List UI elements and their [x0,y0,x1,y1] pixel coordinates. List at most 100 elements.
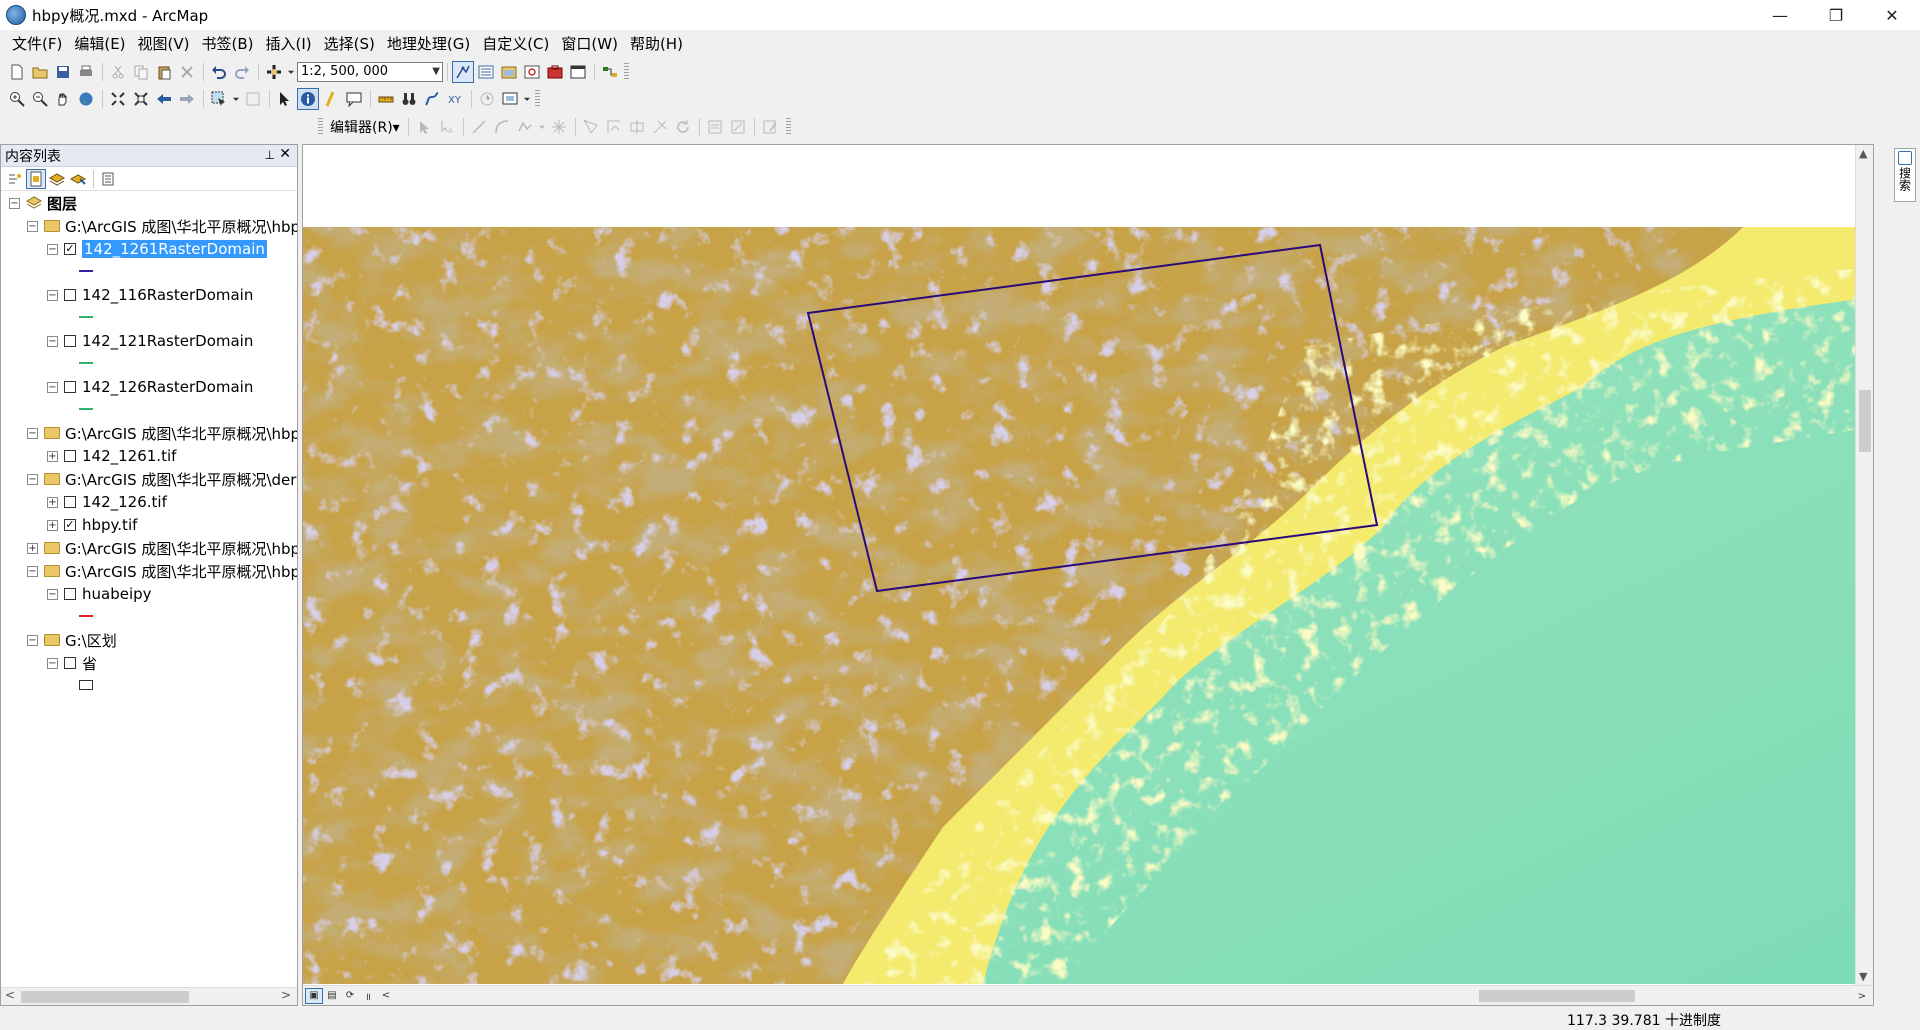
scroll-left-icon[interactable]: < [5,988,15,1002]
tree-item-source-folder[interactable]: − G:\ArcGIS 成图\华北平原概况\hbp [27,216,297,236]
minimize-button[interactable]: — [1752,0,1808,30]
hyperlink-icon[interactable] [320,88,342,110]
zoom-out-icon[interactable] [29,88,51,110]
menu-selection[interactable]: 选择(S) [318,32,381,56]
tree-item-source-folder[interactable]: − G:\区划 [27,630,117,650]
scrollbar-thumb[interactable] [21,991,189,1003]
menu-customize[interactable]: 自定义(C) [476,32,555,56]
collapse-icon[interactable]: − [27,634,38,646]
chevron-down-icon[interactable] [522,88,532,110]
map-horizontal-scrollbar[interactable]: ▣ ▤ ⟳ ॥ < > [303,985,1873,1005]
delete-icon[interactable] [176,61,198,83]
chevron-down-icon[interactable] [231,88,241,110]
full-extent-globe-icon[interactable] [75,88,97,110]
dem-raster-map[interactable] [303,227,1873,984]
forward-extent-icon[interactable] [176,88,198,110]
tree-item-source-folder[interactable]: − G:\ArcGIS 成图\华北平原概况\der [27,469,296,489]
html-popup-icon[interactable] [343,88,365,110]
tree-item-layer[interactable]: + 142_1261.tif [47,446,176,466]
menu-bookmarks[interactable]: 书签(B) [196,32,260,56]
tree-item-layer[interactable]: − 省 [47,653,97,673]
back-extent-icon[interactable] [153,88,175,110]
identify-icon[interactable] [297,88,319,110]
list-by-visibility-icon[interactable] [47,169,67,189]
chevron-down-icon[interactable] [537,116,547,138]
find-binoculars-icon[interactable] [398,88,420,110]
tree-item-layer[interactable]: + ✓ hbpy.tif [47,515,137,535]
toolbar-overflow-handle[interactable] [624,63,629,81]
layer-visibility-checkbox[interactable] [64,588,76,600]
layout-view-icon[interactable]: ▤ [323,988,341,1004]
expand-icon[interactable]: + [47,519,58,531]
collapse-icon[interactable]: − [47,657,58,669]
editor-toolbar-icon[interactable] [452,61,474,83]
tree-item-source-folder[interactable]: − G:\ArcGIS 成图\华北平原概况\hbp [27,423,297,443]
map-vertical-scrollbar[interactable]: ▲ ▼ [1855,145,1873,985]
scrollbar-track[interactable] [403,986,1853,1005]
tree-root-layers[interactable]: − 图层 [9,193,77,213]
menu-geoprocessing[interactable]: 地理处理(G) [381,32,476,56]
zoom-in-icon[interactable] [6,88,28,110]
time-slider-icon[interactable] [476,88,498,110]
cut-polygons-icon[interactable] [626,116,648,138]
layer-visibility-checkbox[interactable]: ✓ [64,519,76,531]
print-icon[interactable] [75,61,97,83]
list-by-source-icon[interactable] [26,168,46,189]
layer-visibility-checkbox[interactable] [64,381,76,393]
tree-item-layer[interactable]: + 142_126.tif [47,492,167,512]
trace-icon[interactable] [514,116,536,138]
collapse-icon[interactable]: − [47,243,58,255]
toolbar-overflow-handle[interactable] [785,118,791,136]
expand-icon[interactable]: + [47,496,58,508]
collapse-icon[interactable]: − [27,427,38,439]
tree-item-layer[interactable]: − 142_126RasterDomain [47,377,253,397]
scroll-up-icon[interactable]: ▲ [1859,147,1867,160]
model-builder-icon[interactable] [599,61,621,83]
collapse-icon[interactable]: − [47,381,58,393]
open-icon[interactable] [29,61,51,83]
sketch-properties-icon[interactable] [727,116,749,138]
toc-horizontal-scrollbar[interactable]: < > [1,987,297,1005]
close-button[interactable]: ✕ [1864,0,1920,30]
collapse-icon[interactable]: − [47,289,58,301]
chevron-down-icon[interactable] [286,61,296,83]
close-icon[interactable]: ✕ [279,146,291,162]
map-scale-combobox[interactable]: 1:2, 500, 000 ▼ [297,62,443,82]
collapse-icon[interactable]: − [27,473,38,485]
scroll-right-icon[interactable]: > [281,988,291,1002]
layer-visibility-checkbox[interactable] [64,450,76,462]
tree-item-source-folder[interactable]: + G:\ArcGIS 成图\华北平原概况\hbp [27,538,297,558]
find-route-icon[interactable] [421,88,443,110]
tree-item-layer[interactable]: − 142_116RasterDomain [47,285,253,305]
scroll-down-icon[interactable]: ▼ [1859,970,1867,983]
menu-view[interactable]: 视图(V) [132,32,196,56]
list-by-drawing-order-icon[interactable] [5,169,25,189]
cut-icon[interactable] [107,61,129,83]
restore-button[interactable]: ❐ [1808,0,1864,30]
tree-item-source-folder[interactable]: − G:\ArcGIS 成图\华北平原概况\hbp [27,561,297,581]
arctoolbox-icon[interactable] [544,61,566,83]
scroll-left-icon[interactable]: < [377,988,395,1004]
list-by-selection-icon[interactable] [68,169,88,189]
table-of-contents-icon[interactable] [475,61,497,83]
add-data-icon[interactable] [263,61,285,83]
undo-icon[interactable] [208,61,230,83]
tree-item-layer[interactable]: − ✓ 142_1261RasterDomain [47,239,267,259]
search-window-icon[interactable] [521,61,543,83]
collapse-icon[interactable]: − [9,197,20,209]
split-tool-icon[interactable] [649,116,671,138]
data-view-icon[interactable]: ▣ [305,987,323,1004]
create-viewer-window-icon[interactable] [499,88,521,110]
expand-icon[interactable]: + [27,542,38,554]
copy-icon[interactable] [130,61,152,83]
menu-help[interactable]: 帮助(H) [624,32,689,56]
rotate-icon[interactable] [672,116,694,138]
select-features-icon[interactable] [208,88,230,110]
collapse-icon[interactable]: − [47,588,58,600]
toolbar-overflow-handle[interactable] [535,90,540,108]
scrollbar-thumb[interactable] [1859,390,1871,452]
scrollbar-thumb[interactable] [1479,990,1635,1002]
menu-edit[interactable]: 编辑(E) [68,32,131,56]
toolbar-grip[interactable] [318,118,323,136]
collapse-icon[interactable]: − [47,335,58,347]
